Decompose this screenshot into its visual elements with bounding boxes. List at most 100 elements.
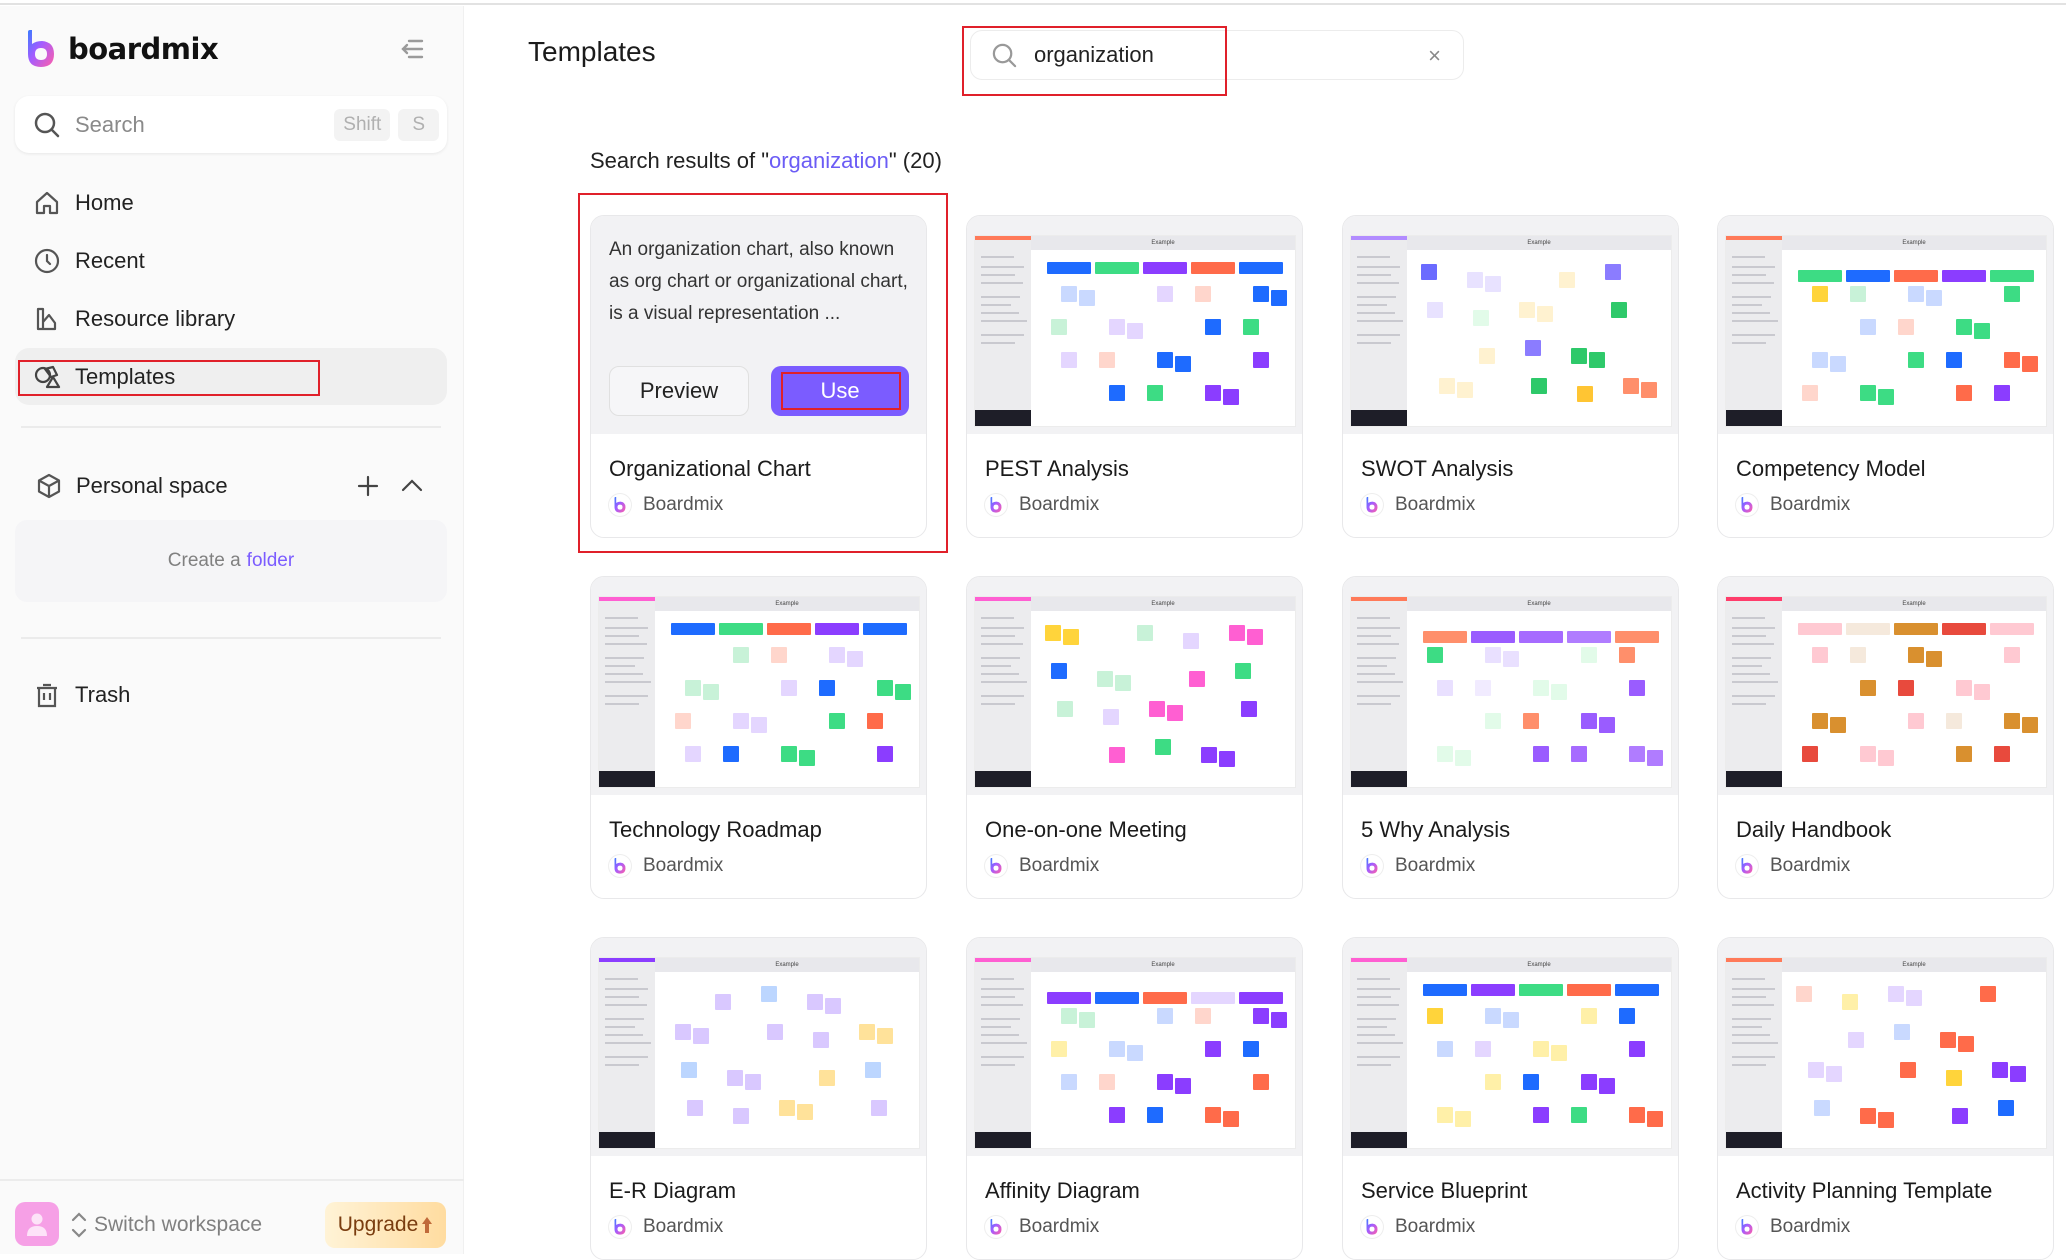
thumbnail-sticky-note — [771, 647, 787, 663]
upgrade-button[interactable]: Upgrade — [325, 1202, 446, 1248]
thumbnail-sticky-note — [1830, 717, 1846, 733]
author-name: Boardmix — [1019, 855, 1100, 876]
card-thumbnail: Example — [1718, 938, 2053, 1156]
template-card[interactable]: Example Affinity Diagram Boardmix — [966, 937, 1303, 1260]
boardmix-logo-icon — [985, 1216, 1007, 1238]
avatar[interactable] — [15, 1202, 59, 1246]
boardmix-logo-icon — [985, 855, 1007, 877]
template-search-input[interactable] — [1034, 42, 1414, 68]
search-icon — [34, 112, 60, 137]
thumbnail-line — [981, 274, 1015, 276]
thumbnail-sticky-note — [1814, 1100, 1830, 1116]
thumbnail-line — [1357, 695, 1400, 697]
thumbnail-column-header — [1047, 992, 1091, 1004]
template-card[interactable]: Example Technology Roadmap Boardmix — [590, 576, 927, 899]
home-icon — [35, 191, 59, 214]
thumbnail-sticky-note — [871, 1100, 887, 1116]
thumbnail-line — [1357, 282, 1399, 284]
thumbnail-header: Example — [1407, 958, 1671, 972]
sidebar-search[interactable]: Search Shift S — [15, 96, 447, 153]
thumbnail-sticky-note — [1247, 629, 1263, 645]
thumbnail-sticky-note — [1974, 323, 1990, 339]
sidebar-item-resource-library[interactable]: Resource library — [15, 290, 447, 347]
thumbnail-sticky-note — [1629, 680, 1645, 696]
thumbnail-sticky-note — [1157, 286, 1173, 302]
thumbnail-line — [1732, 1018, 1771, 1020]
preview-button[interactable]: Preview — [609, 366, 749, 416]
thumbnail-sticky-note — [1485, 1008, 1501, 1024]
clear-search-icon[interactable]: × — [1428, 43, 1441, 69]
thumbnail-sticky-note — [829, 647, 845, 663]
template-card[interactable]: Example PEST Analysis Boardmix — [966, 215, 1303, 538]
template-card[interactable]: Example E-R Diagram Boardmix — [590, 937, 927, 1260]
template-card[interactable]: Example Competency Model Boardmix — [1717, 215, 2054, 538]
thumbnail-column-header — [719, 623, 763, 635]
thumbnail-line — [1357, 657, 1396, 659]
thumbnail-sticky-note — [1848, 1032, 1864, 1048]
collapse-sidebar-icon[interactable] — [398, 36, 426, 62]
thumbnail-sticky-note — [1061, 1074, 1077, 1090]
sidebar-item-templates[interactable]: Templates — [15, 348, 447, 405]
thumbnail-sticky-note — [1533, 746, 1549, 762]
thumbnail-sticky-note — [1577, 386, 1593, 402]
personal-space-header[interactable]: Personal space — [36, 468, 436, 504]
sidebar-item-label: Trash — [75, 681, 131, 707]
thumbnail-line — [605, 657, 644, 659]
thumbnail-sticky-note — [781, 680, 797, 696]
template-card[interactable]: Example Service Blueprint Boardmix — [1342, 937, 1679, 1260]
sidebar-item-trash[interactable]: Trash — [15, 666, 447, 723]
template-search[interactable]: × — [970, 30, 1464, 80]
thumbnail-sticky-note — [1147, 385, 1163, 401]
thumbnail-line — [981, 312, 1019, 314]
template-card[interactable]: Example One-on-one Meeting Boardmix — [966, 576, 1303, 899]
thumbnail-sticky-note — [1629, 746, 1645, 762]
thumbnail-sticky-note — [1974, 684, 1990, 700]
thumbnail-sticky-note — [1994, 746, 2010, 762]
thumbnail-sticky-note — [1523, 1074, 1539, 1090]
thumbnail-sticky-note — [2004, 352, 2020, 368]
sidebar-item-recent[interactable]: Recent — [15, 232, 447, 289]
card-title: Activity Planning Template — [1736, 1178, 1993, 1203]
thumbnail-column-header — [1942, 623, 1986, 635]
thumbnail-sticky-note — [1571, 746, 1587, 762]
switch-workspace-button[interactable]: Switch workspace — [70, 1208, 262, 1242]
author-name: Boardmix — [1770, 494, 1851, 515]
thumbnail-board: Example — [1351, 958, 1671, 1148]
thumbnail-line — [1732, 617, 1765, 619]
card-author: Boardmix — [1736, 494, 1850, 516]
use-button[interactable]: Use — [771, 366, 909, 416]
thumbnail-line — [981, 617, 1014, 619]
thumbnail-line — [605, 695, 648, 697]
boardmix-logo-icon — [609, 494, 631, 516]
thumbnail-column-header — [1894, 623, 1938, 635]
thumbnail-sticky-note — [1537, 306, 1553, 322]
thumbnail-strip — [599, 597, 655, 601]
card-thumbnail: Example — [967, 577, 1302, 795]
boardmix-logo-icon — [1361, 494, 1383, 516]
thumbnail-header: Example — [1407, 597, 1671, 611]
template-card[interactable]: An organization chart, also known as org… — [590, 215, 927, 538]
thumbnail-sticky-note — [1061, 1008, 1077, 1024]
card-author: Boardmix — [985, 1216, 1099, 1238]
thumbnail-sticky-note — [1109, 747, 1125, 763]
thumbnail-column-header — [1471, 984, 1515, 996]
thumbnail-board: Example — [1726, 958, 2046, 1148]
logo[interactable]: boardmix — [26, 30, 219, 68]
thumbnail-board: Example — [1351, 236, 1671, 426]
plus-icon[interactable] — [354, 472, 382, 500]
thumbnail-sticky-note — [2004, 286, 2020, 302]
thumbnail-sticky-note — [1157, 1008, 1173, 1024]
chevron-up-icon[interactable] — [398, 472, 426, 500]
thumbnail-sticky-note — [1175, 1078, 1191, 1094]
template-card[interactable]: Example 5 Why Analysis Boardmix — [1342, 576, 1679, 899]
thumbnail-sticky-note — [723, 746, 739, 762]
create-folder-link[interactable]: folder — [247, 550, 295, 572]
sidebar-item-home[interactable]: Home — [15, 174, 447, 231]
thumbnail-sticky-note — [1485, 276, 1501, 292]
thumbnail-strip — [1726, 958, 1782, 962]
template-card[interactable]: Example Activity Planning Template Board… — [1717, 937, 2054, 1260]
thumbnail-sticky-note — [1157, 1074, 1173, 1090]
thumbnail-line — [605, 665, 635, 667]
template-card[interactable]: Example SWOT Analysis Boardmix — [1342, 215, 1679, 538]
template-card[interactable]: Example Daily Handbook Boardmix — [1717, 576, 2054, 899]
